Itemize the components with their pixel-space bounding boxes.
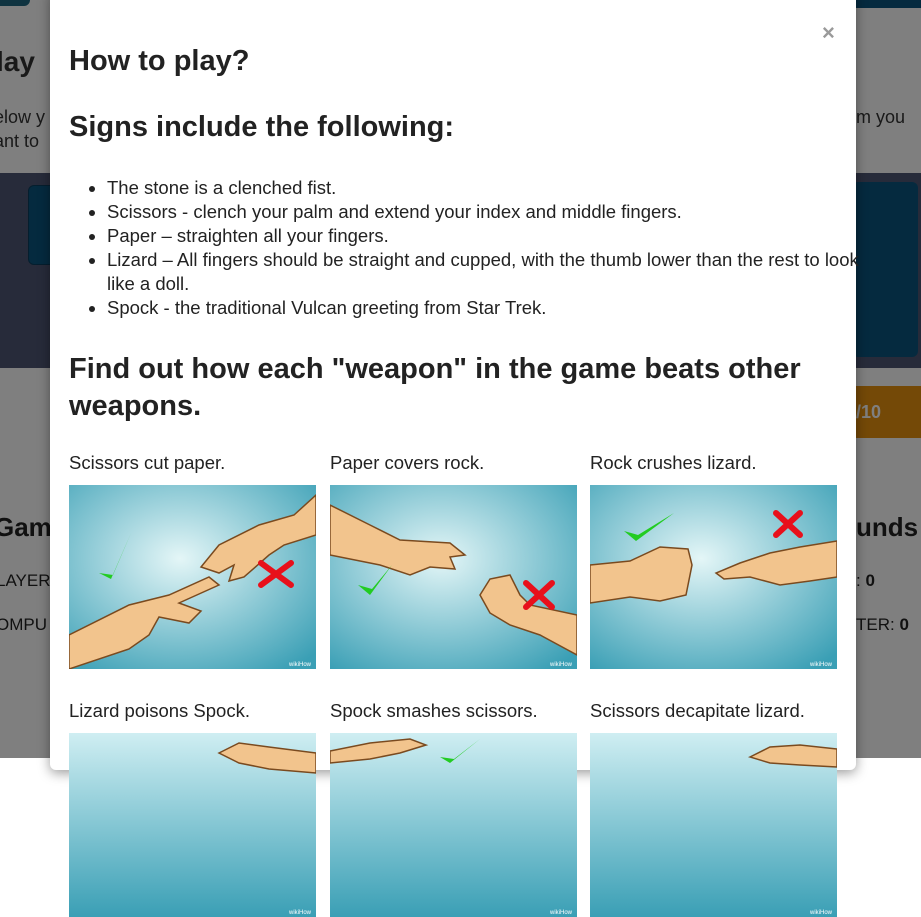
example-caption: Paper covers rock. (330, 452, 485, 473)
example-caption: Scissors decapitate lizard. (590, 700, 805, 721)
example-scissors-paper: Scissors cut paper. wikiHow (69, 452, 316, 669)
example-caption: Lizard poisons Spock. (69, 700, 250, 721)
example-caption: Rock crushes lizard. (590, 452, 757, 473)
spock-smashes-scissors-illustration: wikiHow (330, 733, 577, 917)
rock-crushes-lizard-illustration: wikiHow (590, 485, 837, 669)
modal-title: How to play? (69, 45, 250, 77)
rule-item: Lizard – All fingers should be straight … (107, 248, 867, 296)
watermark: wikiHow (549, 910, 573, 916)
watermark: wikiHow (809, 662, 833, 668)
weapons-heading: Find out how each "weapon" in the game b… (69, 353, 801, 422)
example-paper-rock: Paper covers rock. wikiHow (330, 452, 577, 669)
watermark: wikiHow (288, 662, 312, 668)
rule-item: The stone is a clenched fist. (107, 176, 867, 200)
rule-item: Paper – straighten all your fingers. (107, 224, 867, 248)
rules-list: The stone is a clenched fist. Scissors -… (69, 176, 867, 320)
example-rock-lizard: Rock crushes lizard. wikiHow (590, 452, 837, 669)
how-to-play-modal: × How to play? Signs include the followi… (50, 0, 859, 917)
example-spock-scissors: Spock smashes scissors. wikiHow (330, 700, 577, 917)
example-caption: Scissors cut paper. (69, 452, 226, 473)
scissors-cut-paper-illustration: wikiHow (69, 485, 316, 669)
watermark: wikiHow (809, 910, 833, 916)
rule-item: Scissors - clench your palm and extend y… (107, 200, 867, 224)
rule-item: Spock - the traditional Vulcan greeting … (107, 296, 867, 320)
signs-heading: Signs include the following: (69, 111, 455, 143)
scissors-decapitate-lizard-illustration: wikiHow (590, 733, 837, 917)
lizard-poisons-spock-illustration: wikiHow (69, 733, 316, 917)
example-lizard-spock: Lizard poisons Spock. wikiHow (69, 700, 316, 917)
watermark: wikiHow (288, 910, 312, 916)
paper-covers-rock-illustration: wikiHow (330, 485, 577, 669)
example-caption: Spock smashes scissors. (330, 700, 538, 721)
close-icon[interactable]: × (822, 22, 835, 44)
example-scissors-lizard: Scissors decapitate lizard. wikiHow (590, 700, 837, 917)
watermark: wikiHow (549, 662, 573, 668)
